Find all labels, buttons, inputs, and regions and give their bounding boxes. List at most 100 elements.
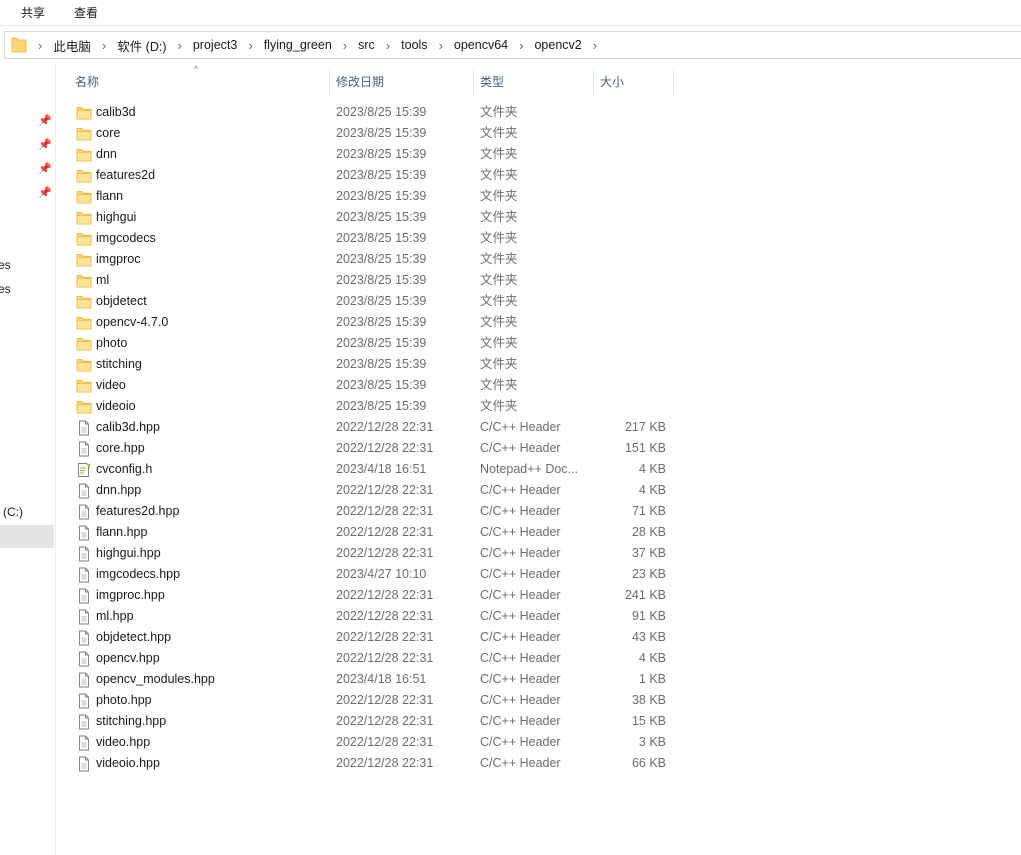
file-row[interactable]: objdetect.hpp 2022/12/28 22:31 C/C++ Heade… <box>60 627 680 648</box>
file-row[interactable]: stitching 2023/8/25 15:39 文件夹 <box>60 354 680 375</box>
column-divider[interactable] <box>473 70 474 95</box>
column-divider[interactable] <box>673 70 674 95</box>
file-row[interactable]: dnn.hpp 2022/12/28 22:31 C/C++ Header 4 KB <box>60 480 680 501</box>
column-divider[interactable] <box>593 70 594 95</box>
file-type: Notepad++ Doc... <box>480 462 578 476</box>
file-size: 23 KB <box>631 567 666 581</box>
file-row[interactable]: highgui 2023/8/25 15:39 文件夹 <box>60 207 680 228</box>
file-size: 38 KB <box>631 693 666 707</box>
file-row[interactable]: photo 2023/8/25 15:39 文件夹 <box>60 333 680 354</box>
breadcrumb-chevron-icon[interactable]: › <box>334 38 356 53</box>
folder-icon <box>76 315 92 331</box>
nav-item-fragment[interactable]: es <box>0 282 11 296</box>
breadcrumb-chevron-icon[interactable]: › <box>584 38 606 53</box>
file-row[interactable]: core.hpp 2022/12/28 22:31 C/C++ Header 151 … <box>60 438 680 459</box>
file-name: highgui <box>96 210 137 224</box>
file-name: core <box>96 126 121 140</box>
file-type: 文件夹 <box>480 273 518 287</box>
file-date: 2023/8/25 15:39 <box>336 315 427 329</box>
file-type: C/C++ Header <box>480 588 561 602</box>
breadcrumb-item[interactable]: 此电脑 <box>51 36 93 55</box>
file-row[interactable]: features2d 2023/8/25 15:39 文件夹 <box>60 165 680 186</box>
file-row[interactable]: photo.hpp 2022/12/28 22:31 C/C++ Header 38 … <box>60 690 680 711</box>
file-row[interactable]: ml 2023/8/25 15:39 文件夹 <box>60 270 680 291</box>
navigation-pane[interactable]: 📌 📌 📌 📌 es es (C:) <box>0 62 56 855</box>
file-size: 241 KB <box>624 588 666 602</box>
file-date: 2023/8/25 15:39 <box>336 105 427 119</box>
file-row[interactable]: video 2023/8/25 15:39 文件夹 <box>60 375 680 396</box>
column-header-size[interactable]: 大小 <box>600 71 624 95</box>
column-header-type[interactable]: 类型 <box>480 71 504 95</box>
file-row[interactable]: calib3d.hpp 2022/12/28 22:31 C/C++ Header 2… <box>60 417 680 438</box>
breadcrumb-chevron-icon[interactable]: › <box>93 38 115 53</box>
pin-icon[interactable]: 📌 <box>38 186 52 199</box>
file-row[interactable]: video.hpp 2022/12/28 22:31 C/C++ Header 3 K… <box>60 732 680 753</box>
file-row[interactable]: dnn 2023/8/25 15:39 文件夹 <box>60 144 680 165</box>
breadcrumb-chevron-icon[interactable]: › <box>169 38 191 53</box>
breadcrumb-chevron-icon[interactable]: › <box>510 38 532 53</box>
file-date: 2022/12/28 22:31 <box>336 441 434 455</box>
file-type: C/C++ Header <box>480 609 561 623</box>
breadcrumb-item[interactable]: opencv2 <box>532 38 583 52</box>
file-row[interactable]: opencv_modules.hpp 2023/4/18 16:51 C/C++ H… <box>60 669 680 690</box>
file-row[interactable]: imgcodecs.hpp 2023/4/27 10:10 C/C++ Header… <box>60 564 680 585</box>
file-row[interactable]: stitching.hpp 2022/12/28 22:31 C/C++ Heade… <box>60 711 680 732</box>
file-row[interactable]: cvconfig.h 2023/4/18 16:51 Notepad++ Doc..… <box>60 459 680 480</box>
nav-item-selected[interactable] <box>0 525 54 548</box>
file-row[interactable]: videoio 2023/8/25 15:39 文件夹 <box>60 396 680 417</box>
breadcrumb-item[interactable]: src <box>356 38 377 52</box>
file-row[interactable]: ml.hpp 2022/12/28 22:31 C/C++ Header 91 KB <box>60 606 680 627</box>
pin-icon[interactable]: 📌 <box>38 114 52 127</box>
file-name: calib3d.hpp <box>96 420 160 434</box>
breadcrumb-chevron-icon[interactable]: › <box>29 38 51 53</box>
file-type: C/C++ Header <box>480 735 561 749</box>
nav-item-fragment[interactable]: es <box>0 258 11 272</box>
file-type: C/C++ Header <box>480 567 561 581</box>
nav-item-drive-c[interactable]: (C:) <box>3 505 23 519</box>
file-row[interactable]: highgui.hpp 2022/12/28 22:31 C/C++ Header 3… <box>60 543 680 564</box>
address-bar[interactable]: › 此电脑 › 软件 (D:) › project3 › flying_green › src › t… <box>4 31 1021 59</box>
breadcrumb-item[interactable]: opencv64 <box>452 38 510 52</box>
file-name: dnn.hpp <box>96 483 142 497</box>
breadcrumb-chevron-icon[interactable]: › <box>239 38 261 53</box>
file-row[interactable]: imgproc 2023/8/25 15:39 文件夹 <box>60 249 680 270</box>
file-row[interactable]: calib3d 2023/8/25 15:39 文件夹 <box>60 102 680 123</box>
file-type: 文件夹 <box>480 336 518 350</box>
file-icon <box>76 693 92 709</box>
ribbon-tab-share[interactable]: 共享 <box>21 4 45 21</box>
pin-icon[interactable]: 📌 <box>38 138 52 151</box>
file-type: C/C++ Header <box>480 651 561 665</box>
breadcrumb-item[interactable]: tools <box>399 38 429 52</box>
breadcrumb-chevron-icon[interactable]: › <box>430 38 452 53</box>
file-type: 文件夹 <box>480 168 518 182</box>
column-header-date[interactable]: 修改日期 <box>336 71 384 95</box>
file-row[interactable]: imgcodecs 2023/8/25 15:39 文件夹 <box>60 228 680 249</box>
file-date: 2022/12/28 22:31 <box>336 546 434 560</box>
file-type: C/C++ Header <box>480 504 561 518</box>
breadcrumb-item[interactable]: 软件 (D:) <box>115 36 168 55</box>
file-row[interactable]: features2d.hpp 2022/12/28 22:31 C/C++ Head… <box>60 501 680 522</box>
pin-icon[interactable]: 📌 <box>38 162 52 175</box>
folder-icon <box>76 273 92 289</box>
file-row[interactable]: flann 2023/8/25 15:39 文件夹 <box>60 186 680 207</box>
file-row[interactable]: core 2023/8/25 15:39 文件夹 <box>60 123 680 144</box>
column-divider[interactable] <box>329 70 330 95</box>
file-row[interactable]: videoio.hpp 2022/12/28 22:31 C/C++ Header 6… <box>60 753 680 774</box>
file-icon <box>76 651 92 667</box>
file-size: 4 KB <box>638 651 666 665</box>
file-row[interactable]: opencv-4.7.0 2023/8/25 15:39 文件夹 <box>60 312 680 333</box>
file-row[interactable]: opencv.hpp 2022/12/28 22:31 C/C++ Header 4 … <box>60 648 680 669</box>
file-row[interactable]: objdetect 2023/8/25 15:39 文件夹 <box>60 291 680 312</box>
breadcrumb-chevron-icon[interactable]: › <box>377 38 399 53</box>
file-icon <box>76 630 92 646</box>
breadcrumb-item[interactable]: project3 <box>191 38 239 52</box>
ribbon-tab-view[interactable]: 查看 <box>74 4 98 21</box>
breadcrumb-item[interactable]: flying_green <box>262 38 334 52</box>
file-row[interactable]: imgproc.hpp 2022/12/28 22:31 C/C++ Header 2… <box>60 585 680 606</box>
column-header-name[interactable]: 名称 <box>75 71 99 95</box>
file-name: stitching <box>96 357 142 371</box>
file-row[interactable]: flann.hpp 2022/12/28 22:31 C/C++ Header 28 … <box>60 522 680 543</box>
file-date: 2022/12/28 22:31 <box>336 756 434 770</box>
file-size: 4 KB <box>638 462 666 476</box>
file-type: 文件夹 <box>480 105 518 119</box>
